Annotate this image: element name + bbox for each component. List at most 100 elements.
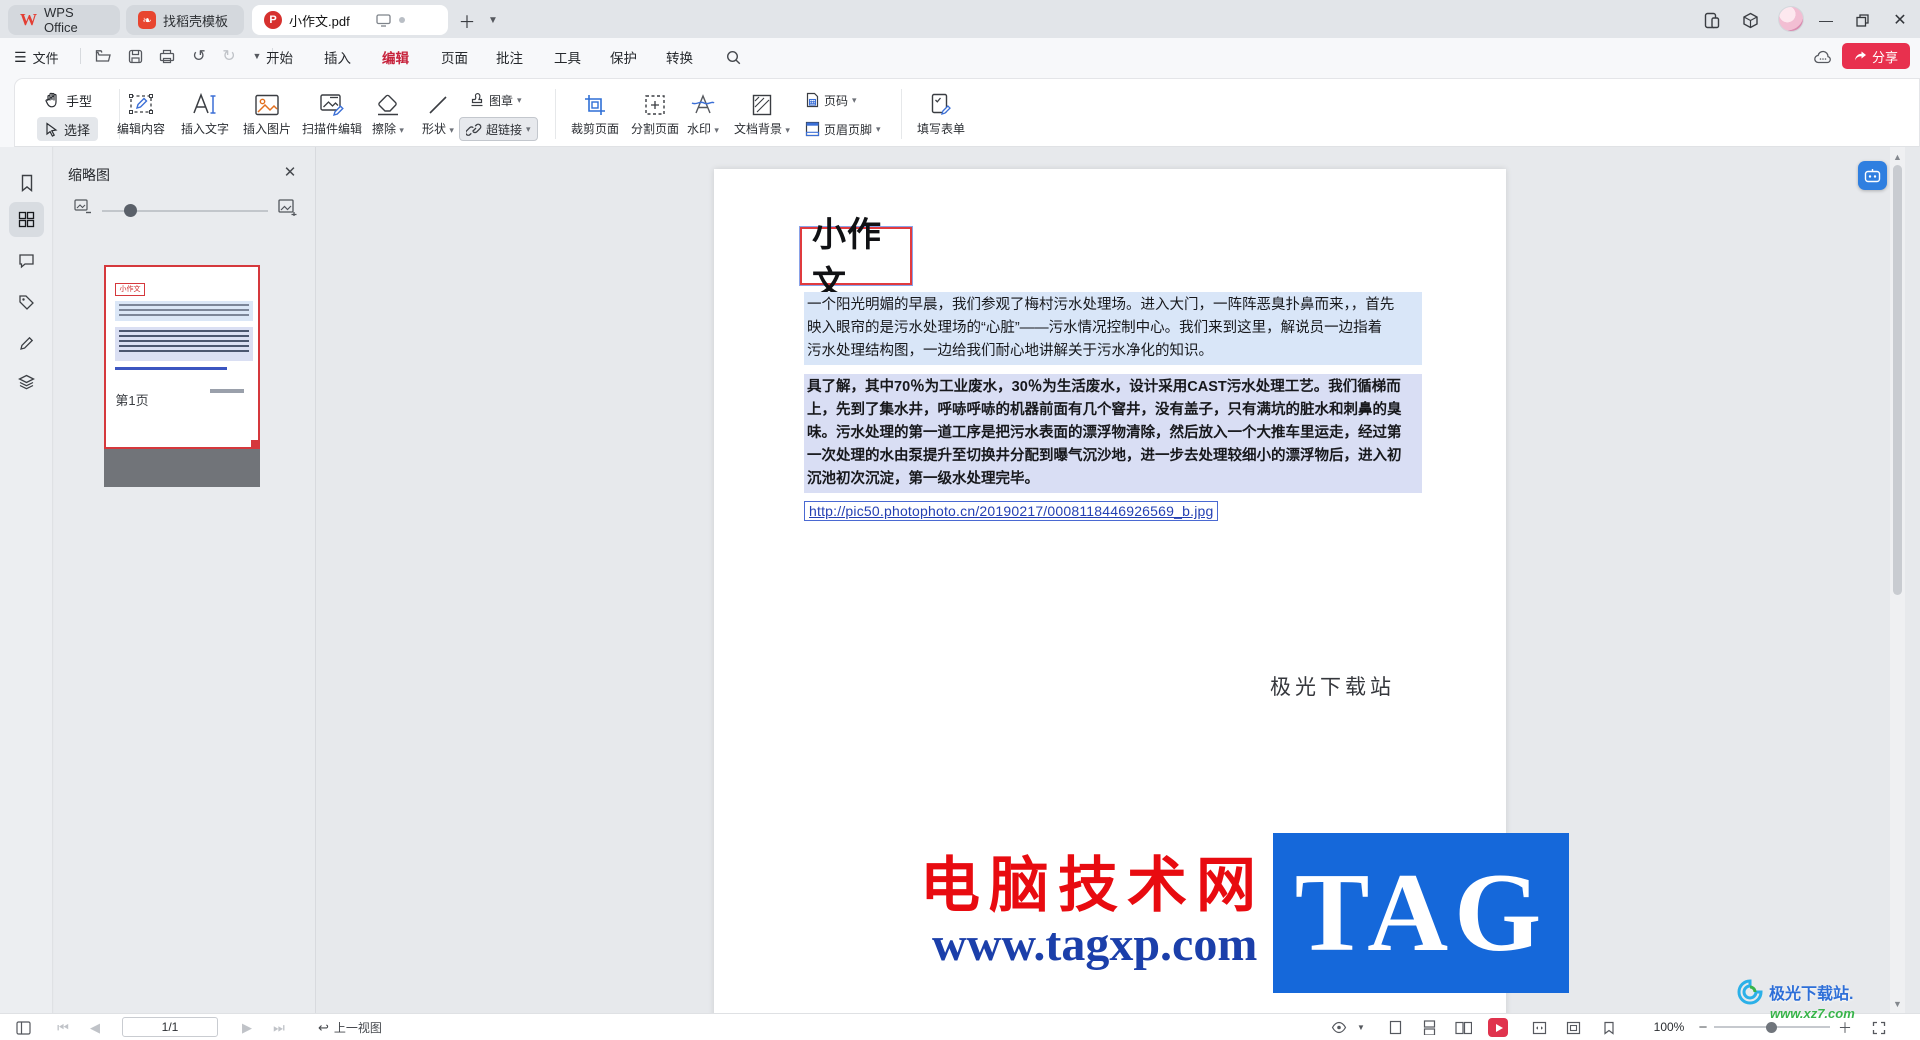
hyperlink-icon (466, 123, 482, 136)
pdf-file-icon: P (264, 11, 282, 29)
shape-button[interactable]: 形状 ▾ (413, 85, 463, 143)
thumbnail-zoom-in-icon[interactable] (278, 199, 297, 216)
erase-button[interactable]: 擦除 ▾ (363, 85, 413, 143)
menu-tab-page[interactable]: 页面 (437, 45, 472, 69)
share-button[interactable]: 分享 (1841, 43, 1910, 69)
menu-tab-comment[interactable]: 批注 (492, 45, 527, 69)
search-icon[interactable] (722, 47, 744, 67)
stamp-button[interactable]: 图章 ▾ (463, 88, 528, 112)
menu-tab-edit[interactable]: 编辑 (378, 45, 413, 69)
document-hyperlink[interactable]: http://pic50.photophoto.cn/20190217/0008… (804, 501, 1219, 521)
select-tool-label: 选择 (64, 122, 91, 138)
watermark-button[interactable]: 水印 ▾ (677, 85, 729, 143)
doc-background-button[interactable]: 文档背景 ▾ (729, 85, 795, 143)
insert-text-button[interactable]: 插入文字 (173, 85, 237, 143)
restore-button[interactable] (1848, 8, 1876, 32)
hand-icon (45, 92, 57, 108)
crop-page-button[interactable]: 裁剪页面 (563, 85, 627, 143)
save-icon[interactable] (124, 46, 146, 66)
file-menu-button[interactable]: ☰ 文件 (14, 45, 59, 69)
mobile-devices-icon[interactable] (1700, 8, 1724, 32)
vertical-scrollbar[interactable]: ▲ ▼ (1890, 147, 1905, 1013)
fit-page-icon[interactable] (1562, 1017, 1584, 1038)
tab-list-chevron[interactable]: ▼ (481, 8, 505, 32)
annotate-panel-button[interactable] (9, 325, 44, 360)
page-number-button[interactable]: 页码 ▾ (799, 88, 863, 112)
continuous-view-icon[interactable] (1418, 1017, 1440, 1038)
zoom-slider-handle[interactable] (1766, 1022, 1777, 1033)
insert-text-icon (173, 85, 237, 117)
redo-icon[interactable]: ↻ (218, 46, 240, 66)
document-title-box[interactable]: 小作文 (800, 216, 912, 303)
single-page-view-icon[interactable] (1384, 1017, 1406, 1038)
help-cloud-icon[interactable] (1812, 47, 1834, 67)
paragraph-2[interactable]: 具了解，其中70％为工业废水，30％为生活废水，设计采用CAST污水处理工艺。我… (804, 374, 1422, 493)
scan-edit-button[interactable]: 扫描件编辑 (297, 85, 367, 143)
paragraph-1[interactable]: 一个阳光明媚的早晨，我们参观了梅村污水处理场。进入大门，一阵阵恶臭扑鼻而来，，首… (804, 292, 1422, 365)
facing-pages-icon[interactable] (1452, 1017, 1474, 1038)
fill-form-button[interactable]: 填写表单 (909, 85, 973, 143)
hyperlink-button[interactable]: 超链接 ▾ (459, 117, 538, 141)
previous-page-button[interactable]: ◀ (84, 1017, 106, 1038)
page-thumbnail[interactable]: 小作文 (104, 265, 260, 487)
site-name-text: 极光下载站 (1270, 675, 1395, 699)
edit-content-button[interactable]: 编辑内容 (109, 85, 173, 143)
read-mode-chevron[interactable]: ▼ (1350, 1017, 1372, 1038)
mini-selection-corner (251, 440, 260, 449)
thumbnails-panel-button[interactable] (9, 202, 44, 237)
bookmarks-panel-button[interactable] (9, 165, 44, 200)
pen-icon (19, 336, 33, 350)
previous-view-button[interactable]: ↩ 上一视图 (318, 1019, 382, 1036)
minimize-button[interactable]: — (1812, 8, 1840, 32)
mini-paragraph-1 (115, 301, 253, 321)
select-tool-button[interactable]: 选择 (37, 117, 99, 141)
bookmark-view-icon[interactable] (1598, 1017, 1620, 1038)
fit-width-icon[interactable] (1528, 1017, 1550, 1038)
watermark-site-name: 极光下载站. (1769, 986, 1854, 1003)
new-tab-button[interactable]: ＋ (455, 8, 479, 32)
tab-document-pdf[interactable]: P 小作文.pdf (252, 5, 448, 35)
tab-docer-templates[interactable]: ❧ 找稻壳模板 (126, 5, 244, 35)
layers-panel-button[interactable] (9, 364, 44, 399)
last-page-button[interactable]: ⏭ (268, 1017, 290, 1038)
watermark-logo-icon (1737, 979, 1763, 1005)
tab-wps-home[interactable]: W WPS Office (8, 5, 120, 35)
first-page-button[interactable]: ⏮ (52, 1017, 74, 1038)
document-title: 小作文 (812, 216, 882, 303)
insert-image-button[interactable]: 插入图片 (235, 85, 299, 143)
undo-icon[interactable]: ↺ (188, 46, 210, 66)
sidebar-toggle-icon[interactable] (12, 1017, 34, 1038)
comments-panel-button[interactable] (9, 243, 44, 278)
header-footer-button[interactable]: 页眉页脚 ▾ (799, 117, 887, 141)
print-icon[interactable] (156, 46, 178, 66)
tags-panel-button[interactable] (9, 285, 44, 320)
assistant-button[interactable] (1858, 161, 1887, 190)
stickers-cube-icon[interactable] (1738, 8, 1762, 32)
scan-edit-icon (297, 85, 367, 117)
menu-tab-insert[interactable]: 插入 (320, 45, 355, 69)
menu-tab-tools[interactable]: 工具 (550, 45, 585, 69)
open-folder-icon[interactable] (92, 46, 114, 66)
thumbnail-zoom-out-icon[interactable] (74, 199, 91, 214)
scroll-up-icon[interactable]: ▲ (1890, 149, 1905, 164)
thumbnail-size-slider-handle[interactable] (124, 204, 137, 217)
menu-tab-convert[interactable]: 转换 (662, 45, 697, 69)
close-button[interactable]: ✕ (1886, 8, 1914, 32)
hand-tool-button[interactable]: 手型 (37, 88, 100, 112)
tag-icon (19, 295, 34, 310)
page-indicator[interactable]: 1/1 (122, 1017, 218, 1037)
menu-tab-start[interactable]: 开始 (262, 45, 297, 69)
zoom-level[interactable]: 100% (1648, 1020, 1690, 1034)
footer-url-text: www.tagxp.com (932, 918, 1258, 971)
footer-brand-text: 电脑技术网 (920, 853, 1265, 919)
user-avatar[interactable] (1778, 6, 1804, 32)
zoom-out-button[interactable]: − (1692, 1017, 1714, 1038)
play-presentation-button[interactable] (1488, 1018, 1508, 1037)
monitor-icon[interactable] (376, 13, 391, 27)
scrollbar-thumb[interactable] (1893, 165, 1902, 595)
left-sidebar-strip (0, 147, 53, 1013)
thumbnail-panel-close-icon[interactable]: ✕ (279, 161, 301, 183)
next-page-button[interactable]: ▶ (236, 1017, 258, 1038)
read-mode-icon[interactable] (1328, 1017, 1350, 1038)
menu-tab-protect[interactable]: 保护 (606, 45, 641, 69)
